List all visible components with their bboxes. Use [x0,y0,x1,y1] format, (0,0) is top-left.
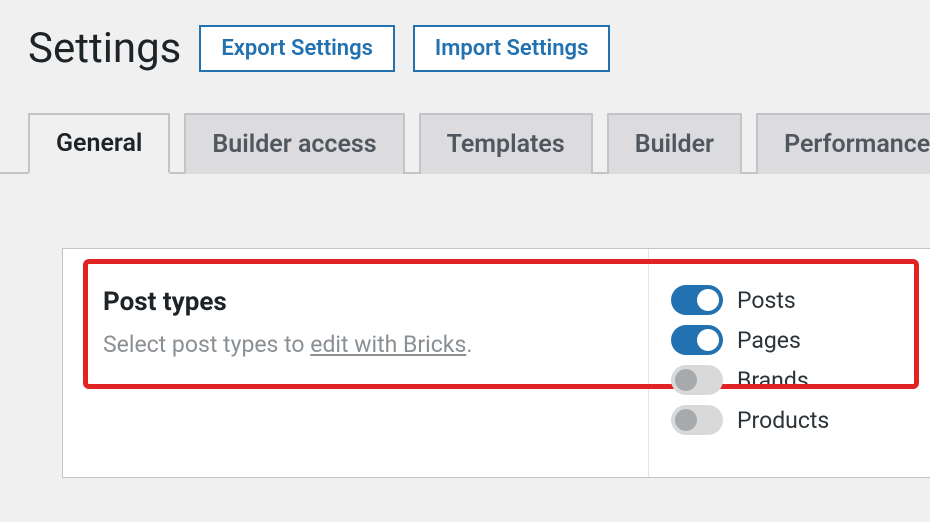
toggle-label-posts: Posts [737,287,796,314]
toggle-label-products: Products [737,407,829,434]
settings-header: Settings Export Settings Import Settings [0,0,930,83]
tab-general[interactable]: General [28,113,170,174]
section-title: Post types [103,287,608,317]
export-settings-button[interactable]: Export Settings [199,25,395,72]
page-title: Settings [28,24,181,73]
post-type-row-pages: Pages [671,325,910,355]
tab-templates[interactable]: Templates [419,113,593,174]
post-type-row-posts: Posts [671,285,910,315]
toggle-brands[interactable] [671,365,723,395]
post-types-panel: Post types Select post types to edit wit… [62,248,930,478]
edit-with-bricks-link[interactable]: edit with Bricks [310,331,466,358]
tab-builder[interactable]: Builder [607,113,742,174]
toggle-posts[interactable] [671,285,723,315]
tab-performance[interactable]: Performance [756,113,930,174]
toggle-pages[interactable] [671,325,723,355]
post-type-row-brands: Brands [671,365,910,395]
toggle-products[interactable] [671,405,723,435]
section-desc-suffix: . [466,331,472,358]
settings-tabs: General Builder access Templates Builder… [0,83,930,174]
section-description: Select post types to edit with Bricks. [103,331,608,358]
toggle-label-brands: Brands [737,367,809,394]
toggle-label-pages: Pages [737,327,801,354]
section-desc-prefix: Select post types to [103,331,310,358]
import-settings-button[interactable]: Import Settings [413,25,610,72]
tab-builder-access[interactable]: Builder access [184,113,404,174]
post-type-row-products: Products [671,405,910,435]
